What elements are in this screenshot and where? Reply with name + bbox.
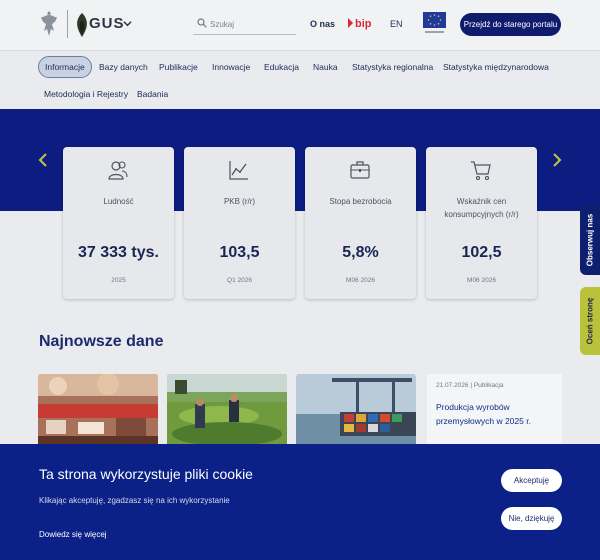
carousel-next-icon[interactable] <box>552 153 562 167</box>
cookie-title: Ta strona wykorzystuje pliki cookie <box>39 466 253 482</box>
nav-item-publikacje[interactable]: Publikacje <box>159 62 198 72</box>
farm-photo-icon <box>167 374 287 448</box>
port-photo-icon <box>296 374 416 448</box>
indicator-card-population[interactable]: Ludność 37 333 tys. 2025 <box>63 147 174 299</box>
news-title[interactable]: Produkcja wyrobów przemysłowych w 2025 r… <box>436 400 554 428</box>
gus-logo-text[interactable]: GUS <box>89 15 125 32</box>
cookie-text: Klikając akceptuję, zgadzasz się na ich … <box>39 496 230 505</box>
rate-page-label: Oceń stronę <box>585 297 595 345</box>
briefcase-icon <box>350 161 370 179</box>
chart-line-icon <box>229 161 248 180</box>
cookie-decline-button[interactable]: Nie, dziękuję <box>501 507 562 530</box>
logo-separator <box>67 10 68 38</box>
chevron-down-icon[interactable] <box>123 19 132 28</box>
news-thumbnail-port[interactable] <box>296 374 416 448</box>
rate-page-tab[interactable]: Oceń stronę <box>580 287 600 355</box>
indicator-label: Stopa bezrobocia <box>329 197 392 206</box>
old-portal-button[interactable]: Przejdź do starego portalu <box>460 13 561 36</box>
about-link[interactable]: O nas <box>310 19 335 29</box>
nav-item-metodologia[interactable]: Metodologia i Rejestry <box>44 89 128 99</box>
indicator-value: 37 333 tys. <box>78 244 159 261</box>
bip-logo-text: bip <box>355 18 372 30</box>
indicator-value: 103,5 <box>219 244 260 261</box>
indicator-card-cpi[interactable]: Wskaźnik cen konsumpcyjnych (r/r) 102,5 … <box>426 147 537 299</box>
poland-eagle-icon[interactable] <box>38 9 60 39</box>
bip-logo-icon[interactable]: bip <box>347 15 375 31</box>
indicator-period: 2025 <box>111 277 126 284</box>
nav-item-statystyka-regionalna[interactable]: Statystyka regionalna <box>352 62 433 72</box>
search-input[interactable] <box>210 15 294 33</box>
nav-item-bazy-danych[interactable]: Bazy danych <box>99 62 148 72</box>
site-header: GUS O nas bip EN Przejdź do starego port… <box>0 0 600 50</box>
main-navigation: Informacje Bazy danych Publikacje Innowa… <box>0 50 600 108</box>
news-thumbnail-farm[interactable] <box>167 374 287 448</box>
search-box[interactable] <box>193 13 296 35</box>
indicator-label: PKB (r/r) <box>223 197 256 206</box>
indicator-period: M06 2026 <box>346 277 375 284</box>
latest-data-title: Najnowsze dane <box>39 333 164 350</box>
nav-item-edukacja[interactable]: Edukacja <box>264 62 299 72</box>
nav-item-informacje[interactable]: Informacje <box>38 56 92 78</box>
observe-us-tab[interactable]: Obserwuj nas <box>580 205 600 275</box>
indicator-card-unemployment[interactable]: Stopa bezrobocia 5,8% M06 2026 <box>305 147 416 299</box>
indicator-period: Q1 2026 <box>227 277 252 284</box>
news-meta: 21.07.2026 | Publikacja <box>436 382 504 389</box>
people-icon <box>108 161 128 180</box>
news-card-production[interactable]: 21.07.2026 | Publikacja Produkcja wyrobó… <box>427 374 562 444</box>
indicator-label: Ludność <box>103 197 134 206</box>
language-switch[interactable]: EN <box>390 19 403 29</box>
nav-item-statystyka-miedzynarodowa[interactable]: Statystyka międzynarodowa <box>443 62 549 72</box>
indicator-label: Wskaźnik cen konsumpcyjnych (r/r) <box>444 197 519 219</box>
news-thumbnail-market[interactable] <box>38 374 158 448</box>
search-icon <box>197 18 207 28</box>
cookie-learn-more-link[interactable]: Dowiedz się więcej <box>39 530 107 539</box>
market-photo-icon <box>38 374 158 448</box>
carousel-prev-icon[interactable] <box>38 153 48 167</box>
eu-flag-icon[interactable] <box>423 12 446 36</box>
nav-item-innowacje[interactable]: Innowacje <box>212 62 250 72</box>
indicator-period: M06 2026 <box>467 277 496 284</box>
indicator-value: 102,5 <box>461 244 502 261</box>
cart-icon <box>471 161 491 181</box>
cookie-banner: Ta strona wykorzystuje pliki cookie Klik… <box>0 444 600 560</box>
observe-us-label: Obserwuj nas <box>585 213 595 267</box>
indicator-card-gdp[interactable]: PKB (r/r) 103,5 Q1 2026 <box>184 147 295 299</box>
indicator-value: 5,8% <box>342 244 379 261</box>
nav-item-nauka[interactable]: Nauka <box>313 62 338 72</box>
nav-item-badania[interactable]: Badania <box>137 89 168 99</box>
cookie-accept-button[interactable]: Akceptuję <box>501 469 562 492</box>
